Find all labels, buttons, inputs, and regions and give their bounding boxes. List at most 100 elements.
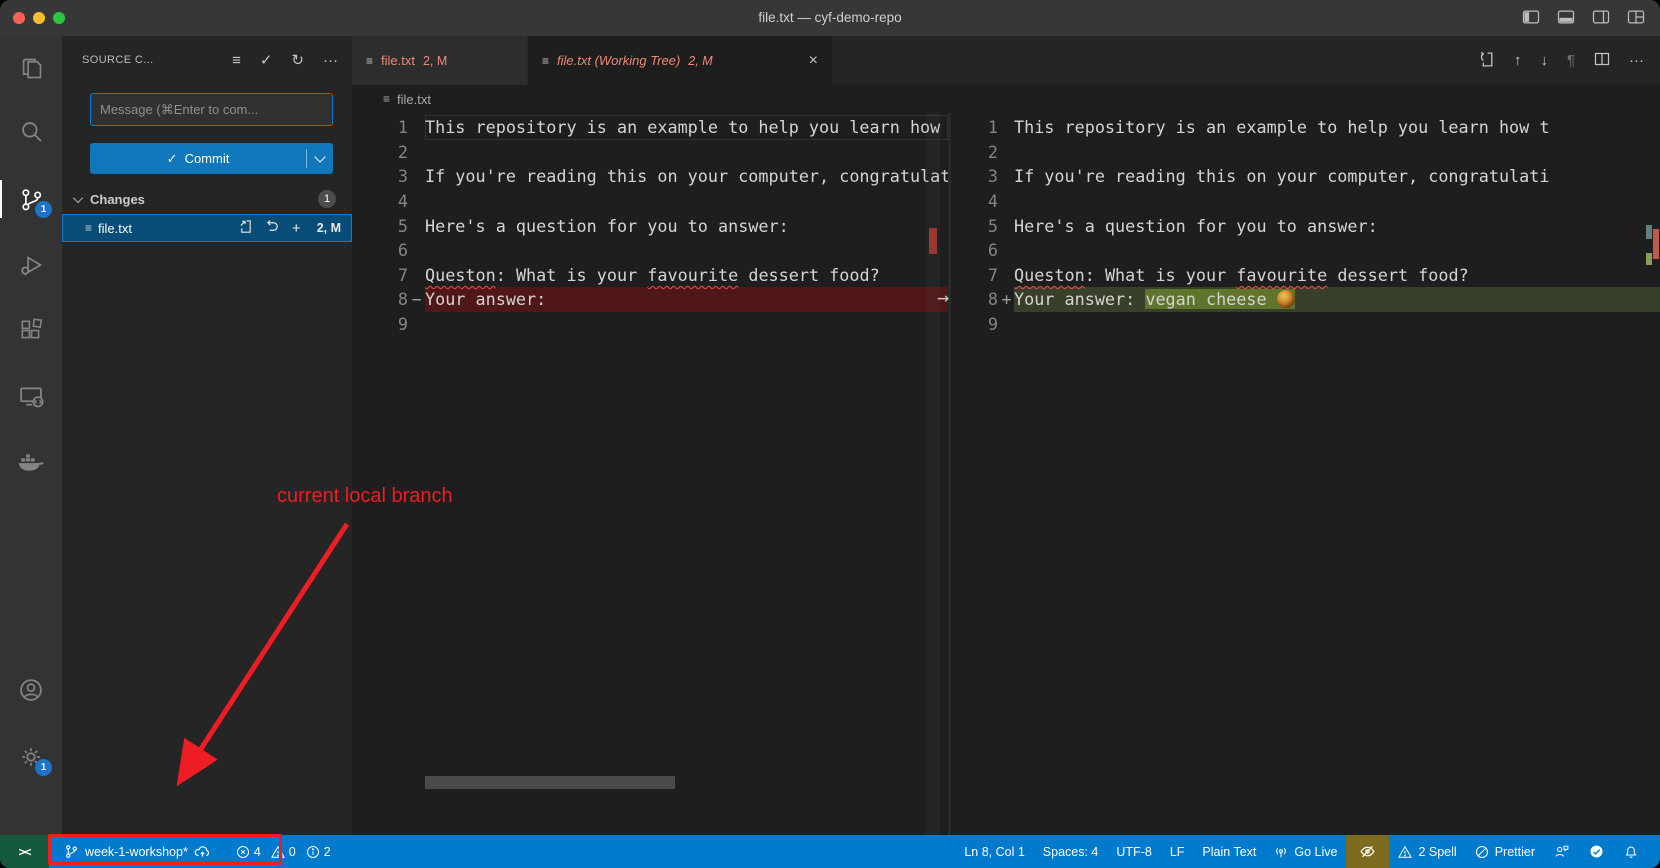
explorer-icon[interactable] [0, 44, 62, 92]
settings-gear-icon[interactable]: 1 [0, 733, 62, 781]
line-number: 6 [352, 238, 425, 263]
activity-bar: 1 [0, 36, 62, 835]
stage-changes-icon[interactable]: + [292, 220, 301, 237]
changed-file-row[interactable]: ≡ file.txt + 2, M [62, 214, 352, 242]
prettier-item[interactable]: Prettier [1466, 835, 1544, 868]
code-line[interactable]: If you're reading this on your computer,… [425, 164, 948, 189]
code-line[interactable] [425, 140, 948, 165]
spell-checker-item[interactable]: 2 Spell [1389, 835, 1465, 868]
chevron-down-icon [73, 193, 83, 203]
line-number: 4 [951, 189, 1015, 214]
language-mode-item[interactable]: Plain Text [1193, 835, 1265, 868]
tab-file-txt-working-tree[interactable]: ≡ file.txt (Working Tree) 2, M × [528, 36, 832, 85]
more-actions-icon[interactable]: ··· [323, 53, 338, 68]
branch-name: week-1-workshop* [85, 845, 188, 859]
toggle-secondary-sidebar-icon[interactable] [1591, 7, 1611, 27]
circle-slash-icon [1475, 845, 1489, 859]
previous-change-icon[interactable]: ↑ [1514, 53, 1522, 68]
source-control-icon[interactable]: 1 [0, 175, 62, 223]
encoding-item[interactable]: UTF-8 [1107, 835, 1160, 868]
remote-explorer-icon[interactable] [0, 372, 62, 420]
discard-changes-icon[interactable] [265, 219, 280, 237]
broadcast-icon [1274, 845, 1288, 859]
more-actions-icon[interactable]: ··· [1629, 53, 1644, 68]
toggle-panel-icon[interactable] [1556, 7, 1576, 27]
code-line[interactable]: This repository is an example to help yo… [1014, 115, 1660, 140]
render-whitespace-icon[interactable]: ¶ [1567, 53, 1575, 68]
next-change-icon[interactable]: ↓ [1540, 53, 1548, 68]
notifications-item[interactable] [1614, 835, 1648, 868]
info-count: 2 [324, 845, 331, 859]
accounts-icon[interactable] [0, 666, 62, 714]
overview-marker [1646, 253, 1652, 265]
status-ok-item[interactable] [1579, 835, 1614, 868]
view-and-sort-icon[interactable]: ≡ [232, 53, 241, 68]
extensions-icon[interactable] [0, 306, 62, 354]
warning-count: 0 [289, 845, 296, 859]
file-icon: ≡ [383, 92, 390, 106]
code-line[interactable]: Your answer: [425, 287, 948, 312]
indentation-item[interactable]: Spaces: 4 [1034, 835, 1108, 868]
tab-file-txt[interactable]: ≡ file.txt 2, M [352, 36, 528, 85]
commit-dropdown-button[interactable] [307, 157, 333, 161]
go-live-item[interactable]: Go Live [1265, 835, 1346, 868]
commit-action-icon[interactable]: ✓ [260, 53, 273, 68]
problems-status-item[interactable]: 4 0 2 [227, 835, 346, 868]
code-line[interactable] [425, 189, 948, 214]
errors-icon [236, 845, 250, 859]
breadcrumb[interactable]: ≡ file.txt [352, 85, 1660, 113]
vertical-scrollbar[interactable] [926, 113, 940, 835]
info-icon [306, 845, 320, 859]
toggle-primary-sidebar-icon[interactable] [1521, 7, 1541, 27]
code-line[interactable] [1014, 312, 1660, 337]
close-tab-icon[interactable]: × [809, 52, 818, 70]
warning-triangle-icon [1398, 845, 1412, 859]
split-editor-icon[interactable] [1594, 51, 1610, 70]
code-line[interactable]: Here's a question for you to answer: [425, 214, 948, 239]
refresh-icon[interactable]: ↻ [291, 53, 304, 68]
mooncake-emoji [1277, 290, 1295, 308]
file-icon: ≡ [85, 221, 92, 235]
code-line[interactable] [425, 312, 948, 337]
line-number: 7 [352, 263, 425, 288]
customize-layout-icon[interactable] [1626, 7, 1646, 27]
search-icon[interactable] [0, 107, 62, 155]
code-line[interactable]: Here's a question for you to answer: [1014, 214, 1660, 239]
code-line[interactable]: This repository is an example to help yo… [425, 115, 948, 140]
code-line[interactable] [1014, 140, 1660, 165]
eye-closed-icon [1359, 843, 1376, 860]
feedback-item[interactable] [1544, 835, 1579, 868]
branch-status-item[interactable]: week-1-workshop* [51, 835, 219, 868]
line-number: 4 [352, 189, 425, 214]
line-number: 9 [951, 312, 1015, 337]
publish-cloud-icon[interactable] [194, 844, 210, 860]
code-line[interactable] [1014, 189, 1660, 214]
warnings-icon [271, 845, 285, 859]
error-lens-toggle[interactable] [1346, 835, 1389, 868]
line-number: 3 [951, 164, 1015, 189]
commit-button[interactable]: ✓ Commit [90, 143, 333, 174]
changed-file-name: file.txt [98, 221, 132, 236]
eol-item[interactable]: LF [1161, 835, 1194, 868]
line-number: 8− [352, 287, 425, 312]
code-line[interactable]: Queston: What is your favourite dessert … [425, 263, 948, 288]
horizontal-scrollbar[interactable] [425, 776, 675, 789]
remote-indicator[interactable]: >< [0, 835, 49, 868]
changes-count-badge: 1 [318, 190, 336, 208]
line-number: 3 [352, 164, 425, 189]
open-file-icon[interactable] [238, 219, 253, 237]
diff-editor: 12345678−9 This repository is an example… [352, 113, 1660, 835]
run-debug-icon[interactable] [0, 241, 62, 289]
changes-section-header[interactable]: Changes 1 [62, 186, 352, 212]
open-changes-icon[interactable] [1478, 51, 1495, 71]
commit-message-input[interactable] [90, 93, 333, 126]
cursor-position-item[interactable]: Ln 8, Col 1 [955, 835, 1033, 868]
code-line[interactable]: Queston: What is your favourite dessert … [1014, 263, 1660, 288]
file-icon: ≡ [366, 54, 373, 68]
docker-icon[interactable] [0, 437, 62, 485]
annotation-label: current local branch [277, 485, 453, 508]
code-line[interactable]: Your answer: vegan cheese [1014, 287, 1660, 312]
code-line[interactable] [1014, 238, 1660, 263]
code-line[interactable]: If you're reading this on your computer,… [1014, 164, 1660, 189]
code-line[interactable] [425, 238, 948, 263]
